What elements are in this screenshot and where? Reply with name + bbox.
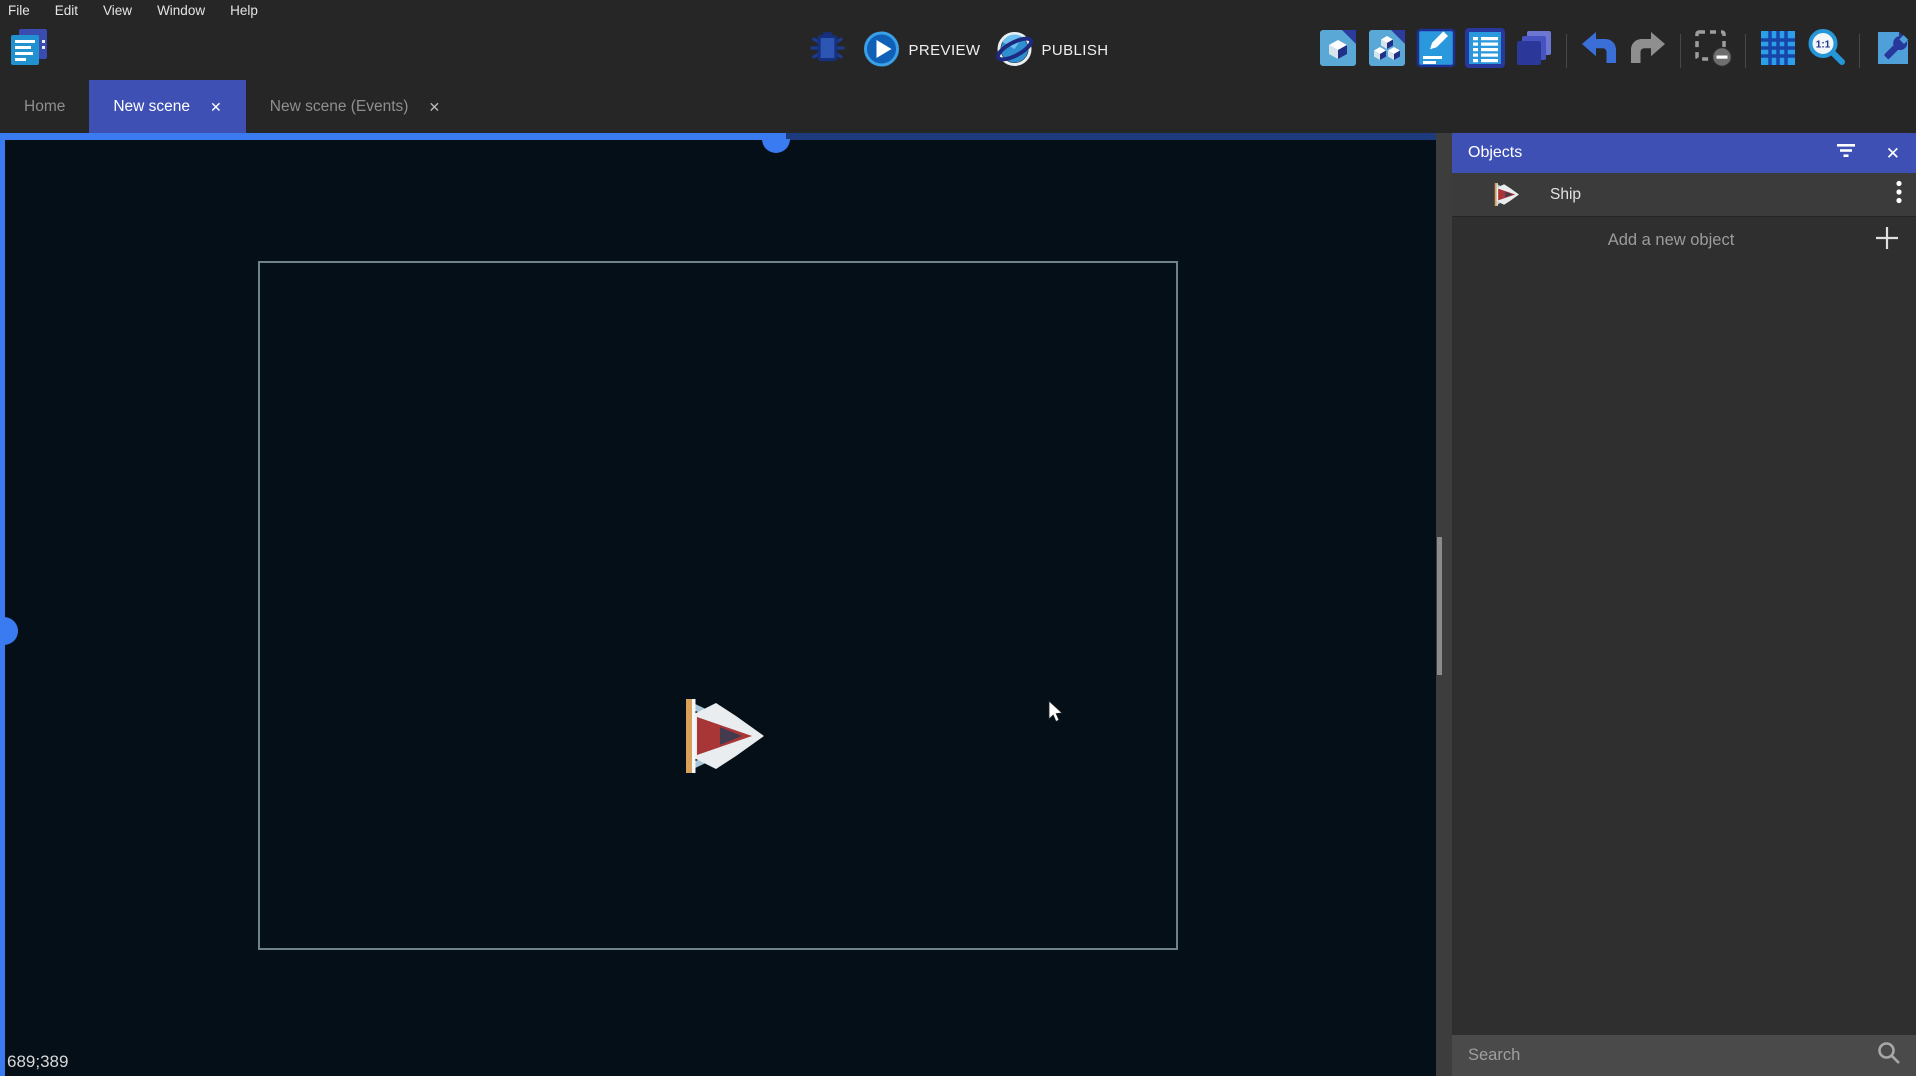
debug-button[interactable] [808, 31, 848, 71]
properties-button[interactable] [1416, 31, 1456, 71]
toolbar-separator [1680, 34, 1681, 68]
objects-panel-header: Objects ✕ [1452, 133, 1916, 173]
close-icon[interactable]: ✕ [1886, 145, 1900, 162]
layers-button[interactable] [1514, 31, 1554, 71]
tab-new-scene-events[interactable]: New scene (Events) ✕ [246, 80, 464, 133]
ship-thumbnail-icon [1490, 181, 1520, 209]
instances-list-button[interactable] [1465, 31, 1505, 71]
panel-border-top-inactive [786, 133, 1436, 140]
menu-view[interactable]: View [103, 0, 132, 21]
toolbar-separator [1566, 34, 1567, 68]
svg-text:1:1: 1:1 [1816, 40, 1831, 51]
project-manager-button[interactable] [6, 29, 52, 73]
vertical-scrollbar-thumb[interactable] [1437, 537, 1442, 675]
close-icon[interactable]: ✕ [210, 100, 222, 114]
filter-icon[interactable] [1836, 143, 1856, 163]
scene-canvas[interactable]: 689;389 [0, 133, 1436, 1076]
objects-editor-button[interactable] [1318, 31, 1358, 71]
zoom-1-1-button[interactable]: 1:1 [1807, 31, 1847, 71]
object-groups-icon [1367, 28, 1407, 73]
toolbar-center-group: PREVIEW PUBLISH [808, 21, 1109, 80]
panel-resize-handle-left[interactable] [4, 617, 18, 645]
tab-new-scene[interactable]: New scene ✕ [89, 80, 245, 133]
toolbar-separator [1745, 34, 1746, 68]
publish-button[interactable]: PUBLISH [994, 29, 1108, 73]
add-new-object-label: Add a new object [1468, 231, 1874, 250]
settings-wrench-icon [1872, 28, 1912, 73]
object-name: Ship [1550, 186, 1896, 204]
properties-pencil-icon [1416, 28, 1456, 73]
panel-resize-handle-top[interactable] [762, 139, 790, 153]
menu-window[interactable]: Window [157, 0, 205, 21]
settings-button[interactable] [1872, 31, 1912, 71]
main-area: 689;389 Objects ✕ [0, 133, 1916, 1076]
add-new-object-button[interactable]: Add a new object [1452, 217, 1916, 263]
main-toolbar: PREVIEW PUBLISH [0, 21, 1916, 80]
object-list-item-ship[interactable]: Ship [1452, 173, 1916, 217]
redo-button[interactable] [1628, 31, 1668, 71]
menu-help[interactable]: Help [230, 0, 258, 21]
plus-icon [1874, 225, 1900, 256]
undo-icon [1579, 30, 1619, 71]
grid-icon [1758, 28, 1798, 73]
publish-label: PUBLISH [1041, 42, 1108, 59]
panel-focus-border-top [0, 133, 786, 140]
objects-panel-title: Objects [1468, 144, 1836, 162]
close-icon[interactable]: ✕ [428, 100, 440, 114]
tab-label: Home [24, 98, 65, 116]
tab-label: New scene (Events) [270, 98, 409, 116]
panel-divider[interactable] [1436, 133, 1452, 1076]
toolbar-separator [1859, 34, 1860, 68]
search-icon [1876, 1040, 1902, 1071]
mouse-cursor [1048, 700, 1064, 723]
toolbar-right-group: 1:1 [1318, 21, 1912, 80]
deselect-icon [1693, 28, 1733, 73]
objects-editor-icon [1318, 28, 1358, 73]
editor-tab-bar: Home New scene ✕ New scene (Events) ✕ [0, 80, 1916, 133]
search-input[interactable] [1466, 1045, 1876, 1066]
game-window-frame [258, 261, 1178, 950]
zoom-1-1-icon: 1:1 [1807, 28, 1847, 73]
deselect-button[interactable] [1693, 31, 1733, 71]
kebab-menu-icon[interactable] [1896, 180, 1902, 209]
objects-search-bar [1452, 1035, 1916, 1076]
debug-icon [809, 29, 847, 72]
menu-edit[interactable]: Edit [55, 0, 78, 21]
cursor-coordinates-label: 689;389 [7, 1052, 68, 1072]
menu-file[interactable]: File [8, 0, 30, 21]
publish-globe-icon [994, 29, 1034, 73]
ship-sprite-instance[interactable] [674, 693, 764, 779]
objects-panel: Objects ✕ [1452, 133, 1916, 1076]
panel-focus-border-left [0, 133, 5, 1076]
project-manager-icon [6, 27, 52, 74]
grid-button[interactable] [1758, 31, 1798, 71]
preview-button[interactable]: PREVIEW [862, 29, 981, 73]
menu-bar: File Edit View Window Help [0, 0, 1916, 21]
tab-home[interactable]: Home [0, 80, 89, 133]
layers-icon [1514, 28, 1554, 73]
object-groups-button[interactable] [1367, 31, 1407, 71]
redo-icon [1628, 30, 1668, 71]
instances-list-icon [1465, 28, 1505, 73]
undo-button[interactable] [1579, 31, 1619, 71]
tab-label: New scene [113, 98, 190, 116]
objects-list-empty-area [1452, 263, 1916, 1035]
preview-label: PREVIEW [909, 42, 981, 59]
preview-play-icon [862, 29, 902, 73]
